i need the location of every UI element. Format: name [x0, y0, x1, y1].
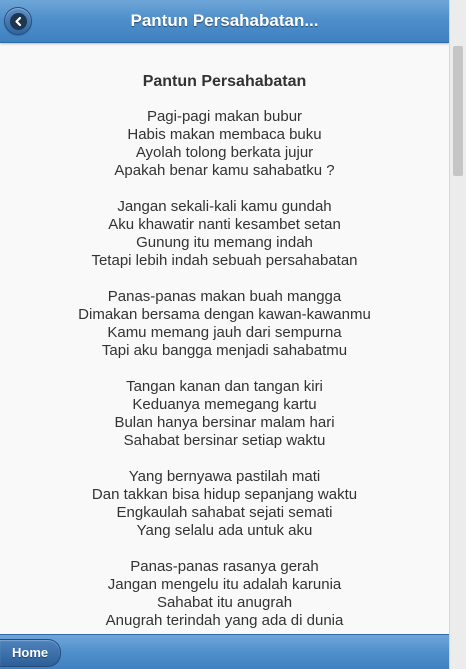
poem-line: Sahabat bersinar setiap waktu	[123, 432, 326, 449]
poem-line: Kamu memang jauh dari sempurna	[107, 324, 342, 341]
poem-line: Panas-panas makan buah mangga	[107, 288, 342, 305]
poem-line: Yang bernyawa pastilah mati	[128, 468, 321, 485]
poem-title: Pantun Persahabatan	[142, 73, 307, 90]
app-window: Pantun Persahabatan... Pantun Persahabat…	[0, 0, 466, 669]
poem-line: Habis makan membaca buku	[127, 126, 322, 143]
stanza: Yang bernyawa pastilah mati Dan takkan b…	[0, 468, 449, 540]
poem-line: Bulan hanya bersinar malam hari	[114, 414, 335, 431]
poem-line: Tangan kanan dan tangan kiri	[126, 378, 323, 395]
poem-line: Jangan sekali-kali kamu gundah	[117, 198, 332, 215]
poem-line: Yang selalu ada untuk aku	[136, 522, 313, 539]
poem-line: Anugrah terindah yang ada di dunia	[105, 612, 344, 629]
chevron-left-icon	[9, 12, 27, 30]
scrollbar-thumb[interactable]	[453, 46, 463, 176]
stanza: Panas-panas makan buah mangga Dimakan be…	[0, 288, 449, 360]
poem-line: Aku khawatir nanti kesambet setan	[108, 216, 341, 233]
stanza: Pagi-pagi makan bubur Habis makan membac…	[0, 108, 449, 180]
home-button[interactable]: Home	[0, 639, 62, 667]
poem-line: Tapi aku bangga menjadi sahabatmu	[101, 342, 348, 359]
page-title: Pantun Persahabatan...	[130, 11, 319, 30]
poem-line: Sahabat itu anugrah	[156, 594, 293, 611]
poem-line: Engkaulah sahabat sejati semati	[116, 504, 333, 521]
stanza: Panas-panas rasanya gerah Jangan mengelu…	[0, 558, 449, 630]
poem-line: Dimakan bersama dengan kawan-kawanmu	[78, 306, 371, 323]
poem-line: Keduanya memegang kartu	[132, 396, 317, 413]
back-button[interactable]	[4, 7, 32, 35]
header-bar: Pantun Persahabatan...	[0, 0, 449, 43]
stanza: Tangan kanan dan tangan kiri Keduanya me…	[0, 378, 449, 450]
poem-line: Pagi-pagi makan bubur	[146, 108, 303, 125]
poem-line: Tetapi lebih indah sebuah persahabatan	[91, 252, 358, 269]
footer-bar: Home	[0, 634, 449, 669]
poem-line: Jangan mengelu itu adalah karunia	[107, 576, 342, 593]
poem-line: Panas-panas rasanya gerah	[130, 558, 319, 575]
stanza: Jangan sekali-kali kamu gundah Aku khawa…	[0, 198, 449, 270]
poem-content: Pantun Persahabatan Pagi-pagi makan bubu…	[0, 43, 449, 634]
poem-line: Gunung itu memang indah	[136, 234, 313, 251]
poem-line: Dan takkan bisa hidup sepanjang waktu	[91, 486, 358, 503]
poem-line: Ayolah tolong berkata jujur	[135, 144, 314, 161]
vertical-scrollbar[interactable]	[449, 0, 466, 669]
poem-line: Apakah benar kamu sahabatku ?	[114, 162, 335, 179]
